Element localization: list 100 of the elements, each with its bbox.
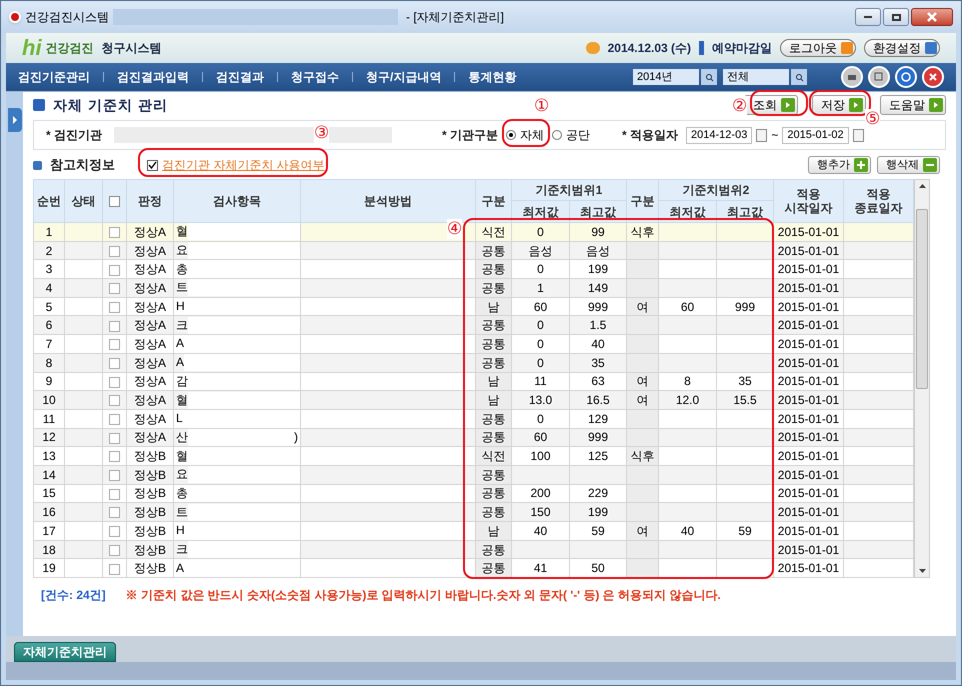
section-bullet-icon xyxy=(33,160,42,170)
logout-button[interactable]: 로그아웃 xyxy=(780,39,856,57)
table-cell: 남 xyxy=(476,372,512,391)
table-row[interactable]: 12 정상A 산 ) 공통 60 999 2015-01-01 xyxy=(34,428,914,447)
table-cell-text: A xyxy=(175,560,184,577)
table-row[interactable]: 5 정상A H 남 60 999 여 60 999 2015-01-01 xyxy=(34,297,914,316)
row-checkbox[interactable] xyxy=(109,283,120,294)
table-row[interactable]: 17 정상B H 남 40 59 여 40 59 2015-01-01 xyxy=(34,522,914,540)
nav-menu-item[interactable]: 검진기준관리 xyxy=(18,68,90,86)
row-checkbox[interactable] xyxy=(109,432,120,444)
table-cell: 식후 xyxy=(626,222,658,242)
row-checkbox[interactable] xyxy=(109,339,120,350)
row-checkbox[interactable] xyxy=(109,544,120,556)
row-checkbox[interactable] xyxy=(109,507,120,518)
table-cell: 정상A xyxy=(126,334,174,354)
table-row[interactable]: 6 정상A 크 공통 0 1.5 2015-01-01 xyxy=(34,316,914,335)
add-window-icon[interactable] xyxy=(868,66,890,88)
row-checkbox[interactable] xyxy=(109,414,120,426)
row-checkbox[interactable] xyxy=(109,376,120,388)
row-checkbox[interactable] xyxy=(109,320,120,332)
scope-field[interactable]: 전체 xyxy=(723,69,789,85)
table-row[interactable]: 8 정상A A 공통 0 35 2015-01-01 xyxy=(34,353,914,372)
table-row[interactable]: 9 정상A 감 남 11 63 여 8 35 2015-01-01 xyxy=(34,372,914,391)
scrollbar[interactable] xyxy=(914,179,930,578)
table-cell: 1 xyxy=(512,278,570,298)
table-cell xyxy=(658,334,716,354)
table-cell-text: A xyxy=(175,354,184,372)
type-label: * 기관구분 xyxy=(442,127,498,144)
table-cell: 40 xyxy=(512,522,570,540)
nav-menu-item[interactable]: 통계현황 xyxy=(468,68,516,86)
row-checkbox[interactable] xyxy=(109,302,120,313)
table-cell: 0 xyxy=(512,353,570,372)
maximize-button[interactable] xyxy=(883,8,909,26)
date-to-field[interactable]: 2015-01-02 xyxy=(782,126,849,144)
row-checkbox[interactable] xyxy=(109,264,120,276)
type-radio[interactable]: 자체 xyxy=(506,126,544,144)
select-all-checkbox[interactable] xyxy=(109,196,120,208)
expand-tab[interactable] xyxy=(8,108,22,132)
table-cell: 식전 xyxy=(476,222,512,242)
row-checkbox[interactable] xyxy=(109,451,120,462)
row-checkbox[interactable] xyxy=(109,470,120,482)
nav-menu-item[interactable]: 검진결과 xyxy=(216,68,264,86)
table-cell-text: H xyxy=(175,522,185,540)
search-button[interactable] xyxy=(791,69,807,85)
add-row-button[interactable]: 행추가 xyxy=(808,156,871,174)
table-cell-text: 트 xyxy=(175,504,188,521)
input-notice: ※ 기준치 값은 반드시 숫자(소숫점 사용가능)로 입력하시기 바랍니다.숫자 외 문자( '-' 등) 은 허용되지 않습니다. xyxy=(126,587,721,604)
close-icon xyxy=(927,12,937,22)
table-row[interactable]: 19 정상B A 공통 41 50 2015-01-01 xyxy=(34,558,914,578)
save-button[interactable]: 저장 xyxy=(812,95,866,115)
year-field[interactable]: 2014년 xyxy=(633,69,699,85)
table-cell-text: 총 xyxy=(175,485,188,502)
table-cell: 여 xyxy=(626,297,658,316)
date-from-field[interactable]: 2014-12-03 xyxy=(686,126,752,144)
row-checkbox[interactable] xyxy=(109,526,120,538)
row-checkbox[interactable] xyxy=(109,488,120,500)
close-button[interactable] xyxy=(911,8,953,26)
row-checkbox[interactable] xyxy=(109,564,120,575)
type-radio[interactable]: 공단 xyxy=(552,126,590,144)
annotation-number: ③ xyxy=(314,123,329,143)
table-cell-text: L xyxy=(175,410,183,428)
table-cell xyxy=(716,222,774,242)
calendar-icon[interactable] xyxy=(852,128,864,142)
table-cell: 0 xyxy=(512,334,570,354)
print-icon[interactable] xyxy=(841,66,863,88)
search-button[interactable] xyxy=(701,69,717,85)
scroll-up-icon[interactable] xyxy=(918,184,926,188)
annotation-outline xyxy=(750,90,808,116)
scroll-down-icon[interactable] xyxy=(918,569,926,574)
row-checkbox[interactable] xyxy=(109,227,120,238)
table-row[interactable]: 2 정상A 요 공통 음성 음성 2015-01-01 xyxy=(34,241,914,260)
row-checkbox[interactable] xyxy=(109,358,120,369)
table-row[interactable]: 7 정상A A 공통 0 40 2015-01-01 xyxy=(34,334,914,354)
table-row[interactable]: 11 정상A L 공통 0 129 2015-01-01 xyxy=(34,409,914,428)
table-row[interactable]: 4 정상A 트 공통 1 149 2015-01-01 xyxy=(34,278,914,298)
table-cell: 공통 xyxy=(476,428,512,447)
table-cell xyxy=(626,316,658,335)
row-checkbox[interactable] xyxy=(109,395,120,406)
table-row[interactable]: 18 정상B 크 공통 2015-01-01 xyxy=(34,540,914,559)
table-row[interactable]: 3 정상A 총 공통 0 199 2015-01-01 xyxy=(34,260,914,279)
table-cell: 13.0 xyxy=(512,390,570,410)
close-icon[interactable] xyxy=(922,66,944,88)
row-checkbox[interactable] xyxy=(109,246,120,257)
nav-menu-item[interactable]: 청구/지급내역 xyxy=(366,68,442,86)
table-cell: 2015-01-01 xyxy=(774,353,844,372)
calendar-icon[interactable] xyxy=(756,128,768,142)
delete-row-button[interactable]: 행삭제 xyxy=(877,156,940,174)
table-cell xyxy=(626,278,658,298)
table-row[interactable]: 15 정상B 총 공통 200 229 2015-01-01 xyxy=(34,484,914,503)
table-cell: ) xyxy=(294,429,298,446)
table-row[interactable]: 16 정상B 트 공통 150 199 2015-01-01 xyxy=(34,502,914,522)
minimize-button[interactable] xyxy=(855,8,881,26)
help-button[interactable]: 도움말 xyxy=(880,95,946,115)
settings-button[interactable]: 환경설정 xyxy=(864,39,940,57)
table-row[interactable]: 14 정상B 요 공통 2015-01-01 xyxy=(34,465,914,484)
table-row[interactable]: 10 정상A 혈 남 13.0 16.5 여 12.0 15.5 2015-01-01 xyxy=(34,390,914,410)
page-tab[interactable]: 자체기준치관리 xyxy=(14,642,116,662)
nav-menu-item[interactable]: 청구접수 xyxy=(291,68,339,86)
table-row[interactable]: 13 정상B 혈 식전 100 125 식후 2015-01-01 xyxy=(34,446,914,466)
nav-menu-item[interactable]: 검진결과입력 xyxy=(117,68,189,86)
